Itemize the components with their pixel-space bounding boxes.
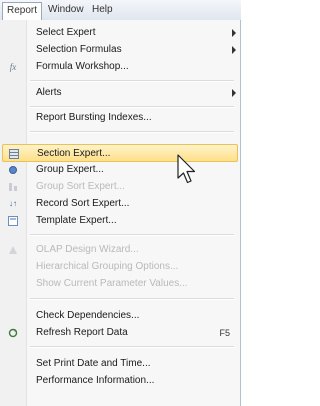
menu-item-select-expert[interactable]: Select Expert bbox=[2, 24, 238, 42]
menu-item-show-current-parameter-values[interactable]: Show Current Parameter Values... bbox=[2, 275, 238, 293]
menu-item-label: Template Expert... bbox=[36, 215, 117, 226]
sort-az-icon: ↓↑ bbox=[9, 199, 17, 208]
menu-item-label: Select Expert bbox=[36, 27, 96, 38]
menu-item-template-expert[interactable]: Template Expert... bbox=[2, 212, 238, 230]
olap-wizard-icon bbox=[8, 245, 18, 255]
menu-item-check-dependencies[interactable]: Check Dependencies... bbox=[2, 307, 238, 325]
shortcut-label: F5 bbox=[219, 328, 230, 338]
menu-item-formula-workshop[interactable]: fx Formula Workshop... bbox=[2, 58, 238, 76]
menu-report[interactable]: Report bbox=[2, 2, 43, 21]
template-icon bbox=[8, 216, 18, 226]
section-expert-icon bbox=[9, 149, 19, 159]
submenu-arrow-icon bbox=[232, 89, 236, 97]
refresh-icon bbox=[8, 328, 18, 338]
submenu-arrow-icon bbox=[232, 29, 236, 37]
menu-item-label: Hierarchical Grouping Options... bbox=[36, 261, 179, 272]
group-sort-icon bbox=[8, 182, 18, 192]
menu-item-olap-design-wizard[interactable]: OLAP Design Wizard... bbox=[2, 241, 238, 259]
menu-window[interactable]: Window bbox=[44, 2, 88, 18]
menu-item-label: Group Expert... bbox=[36, 164, 104, 175]
menu-separator bbox=[30, 80, 234, 82]
menu-item-label: Selection Formulas bbox=[36, 44, 122, 55]
menu-separator bbox=[30, 106, 234, 108]
menu-item-label: Formula Workshop... bbox=[36, 61, 129, 72]
menu-item-refresh-report-data[interactable]: Refresh Report Data F5 bbox=[2, 324, 238, 342]
group-expert-icon bbox=[8, 165, 18, 175]
menu-item-performance-information[interactable]: Performance Information... bbox=[2, 372, 238, 390]
menu-item-label: Group Sort Expert... bbox=[36, 181, 125, 192]
menu-item-selection-formulas[interactable]: Selection Formulas bbox=[2, 41, 238, 59]
menu-item-label: Record Sort Expert... bbox=[36, 198, 130, 209]
report-dropdown-menu: Select Expert Selection Formulas fx Form… bbox=[0, 20, 241, 406]
menu-item-alerts[interactable]: Alerts bbox=[2, 84, 238, 102]
menu-item-label: Alerts bbox=[36, 87, 62, 98]
menu-item-label: Section Expert... bbox=[37, 148, 111, 159]
menu-item-label: Report Bursting Indexes... bbox=[36, 112, 152, 123]
menu-separator bbox=[30, 234, 234, 236]
menu-item-set-print-date-and-time[interactable]: Set Print Date and Time... bbox=[2, 355, 238, 373]
menu-item-record-sort-expert[interactable]: ↓↑ Record Sort Expert... bbox=[2, 195, 238, 213]
formula-icon: fx bbox=[9, 62, 17, 72]
menu-item-group-sort-expert[interactable]: Group Sort Expert... bbox=[2, 178, 238, 196]
menu-item-label: Show Current Parameter Values... bbox=[36, 278, 188, 289]
menu-item-label: Set Print Date and Time... bbox=[36, 358, 151, 369]
menu-bar: Report Window Help bbox=[0, 0, 241, 21]
menu-item-group-expert[interactable]: Group Expert... bbox=[2, 161, 238, 179]
menu-item-label: Refresh Report Data bbox=[36, 327, 128, 338]
menu-separator bbox=[30, 346, 234, 348]
menu-item-label: Check Dependencies... bbox=[36, 310, 140, 321]
menu-item-label: Performance Information... bbox=[36, 375, 155, 386]
mouse-pointer-icon bbox=[176, 154, 200, 188]
submenu-arrow-icon bbox=[232, 46, 236, 54]
menu-item-hierarchical-grouping-options[interactable]: Hierarchical Grouping Options... bbox=[2, 258, 238, 276]
menu-separator bbox=[30, 131, 234, 133]
menu-help[interactable]: Help bbox=[88, 2, 117, 18]
menu-item-label: OLAP Design Wizard... bbox=[36, 244, 139, 255]
menu-item-section-expert[interactable]: Section Expert... bbox=[2, 144, 238, 162]
menu-item-report-bursting-indexes[interactable]: Report Bursting Indexes... bbox=[2, 109, 238, 127]
menu-separator bbox=[30, 298, 234, 300]
